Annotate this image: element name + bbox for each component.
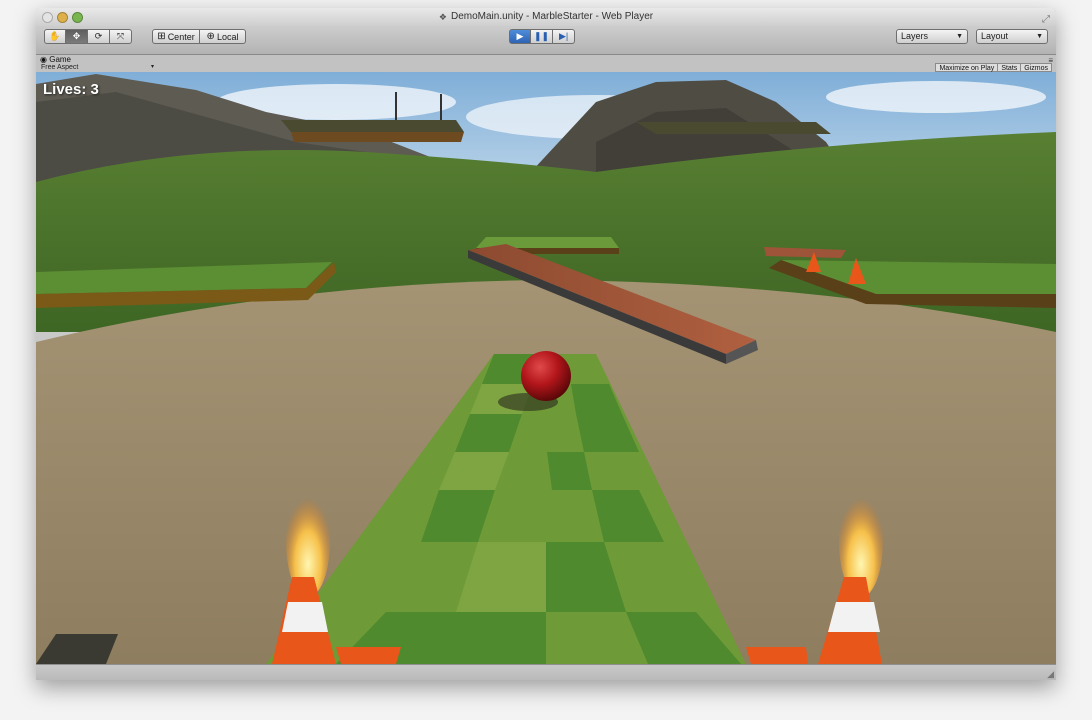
hand-tool-button[interactable]: ✋ (44, 29, 66, 44)
local-pivot-icon: ⊕ (206, 31, 215, 42)
hand-tool-icon: ✋ (49, 31, 61, 41)
rotate-tool-button[interactable]: ⟳ (88, 29, 110, 44)
distant-platform (281, 120, 464, 132)
status-bar: ◢ (36, 664, 1056, 680)
unity-window: ❖ DemoMain.unity - MarbleStarter - Web P… (36, 8, 1056, 680)
pivot-local-button[interactable]: ⊕ Local (200, 29, 246, 44)
local-label: Local (216, 31, 239, 42)
pivot-toggles: ⊞ Center ⊕ Local (152, 29, 246, 44)
pause-icon: ❚❚ (534, 31, 550, 41)
lives-counter: Lives: 3 (43, 81, 99, 98)
layout-dropdown[interactable]: Layout ▼ (976, 29, 1048, 44)
distant-platform-side (291, 132, 464, 142)
gizmos-toggle[interactable]: Gizmos (1020, 63, 1052, 72)
stats-toggle[interactable]: Stats (997, 63, 1021, 72)
maximize-on-play-toggle[interactable]: Maximize on Play (935, 63, 998, 72)
minimize-window-button[interactable] (57, 12, 68, 23)
game-viewport[interactable]: Lives: 3 (36, 72, 1056, 664)
layout-caret-icon: ▼ (1036, 33, 1043, 40)
window-title-wrap: ❖ DemoMain.unity - MarbleStarter - Web P… (439, 8, 653, 26)
aspect-ratio-select[interactable]: Free Aspect ▾ (38, 63, 156, 72)
red-marble (521, 351, 571, 401)
resize-grip-icon[interactable]: ◢ (1047, 669, 1054, 680)
scale-tool-icon: ⤧ (116, 31, 125, 41)
step-button[interactable]: ▶| (553, 29, 576, 44)
window-title: DemoMain.unity - MarbleStarter - Web Pla… (450, 11, 654, 22)
move-tool-button[interactable]: ✥ (66, 29, 88, 44)
game-view-toggles: Maximize on Play Stats Gizmos (935, 63, 1052, 72)
game-panel-header: ◉ Game Free Aspect ▾ ≡ Maximize on Play … (36, 55, 1056, 73)
main-toolbar: ✋ ✥ ⟳ ⤧ ⊞ Center ⊕ Local ▶ ❚❚ ▶| Layers … (36, 26, 1056, 55)
distant-platform-right (636, 122, 831, 134)
center-label: Center (167, 31, 195, 42)
aspect-caret-icon: ▾ (150, 64, 154, 70)
center-pivot-icon: ⊞ (157, 31, 166, 42)
layers-label: Layers (901, 31, 929, 41)
layers-dropdown[interactable]: Layers ▼ (896, 29, 968, 44)
playback-controls: ▶ ❚❚ ▶| (509, 29, 576, 44)
step-icon: ▶| (558, 31, 569, 41)
play-icon: ▶ (516, 31, 524, 41)
zoom-window-button[interactable] (72, 12, 83, 23)
layers-caret-icon: ▼ (956, 33, 963, 40)
pause-button[interactable]: ❚❚ (531, 29, 554, 44)
game-scene (36, 72, 1056, 664)
unity-doc-icon: ❖ (438, 12, 447, 22)
transform-tools: ✋ ✥ ⟳ ⤧ (44, 29, 132, 44)
scale-tool-button[interactable]: ⤧ (110, 29, 132, 44)
move-tool-icon: ✥ (72, 31, 81, 41)
pivot-center-button[interactable]: ⊞ Center (152, 29, 200, 44)
window-controls (42, 12, 83, 23)
tab-game[interactable]: ◉ Game (36, 55, 71, 64)
title-bar: ❖ DemoMain.unity - MarbleStarter - Web P… (36, 8, 1056, 27)
close-window-button[interactable] (42, 12, 53, 23)
layout-label: Layout (981, 31, 1009, 41)
rotate-tool-icon: ⟳ (94, 31, 103, 41)
play-button[interactable]: ▶ (509, 29, 531, 44)
aspect-label: Free Aspect (41, 64, 79, 71)
cloud (826, 81, 1046, 113)
